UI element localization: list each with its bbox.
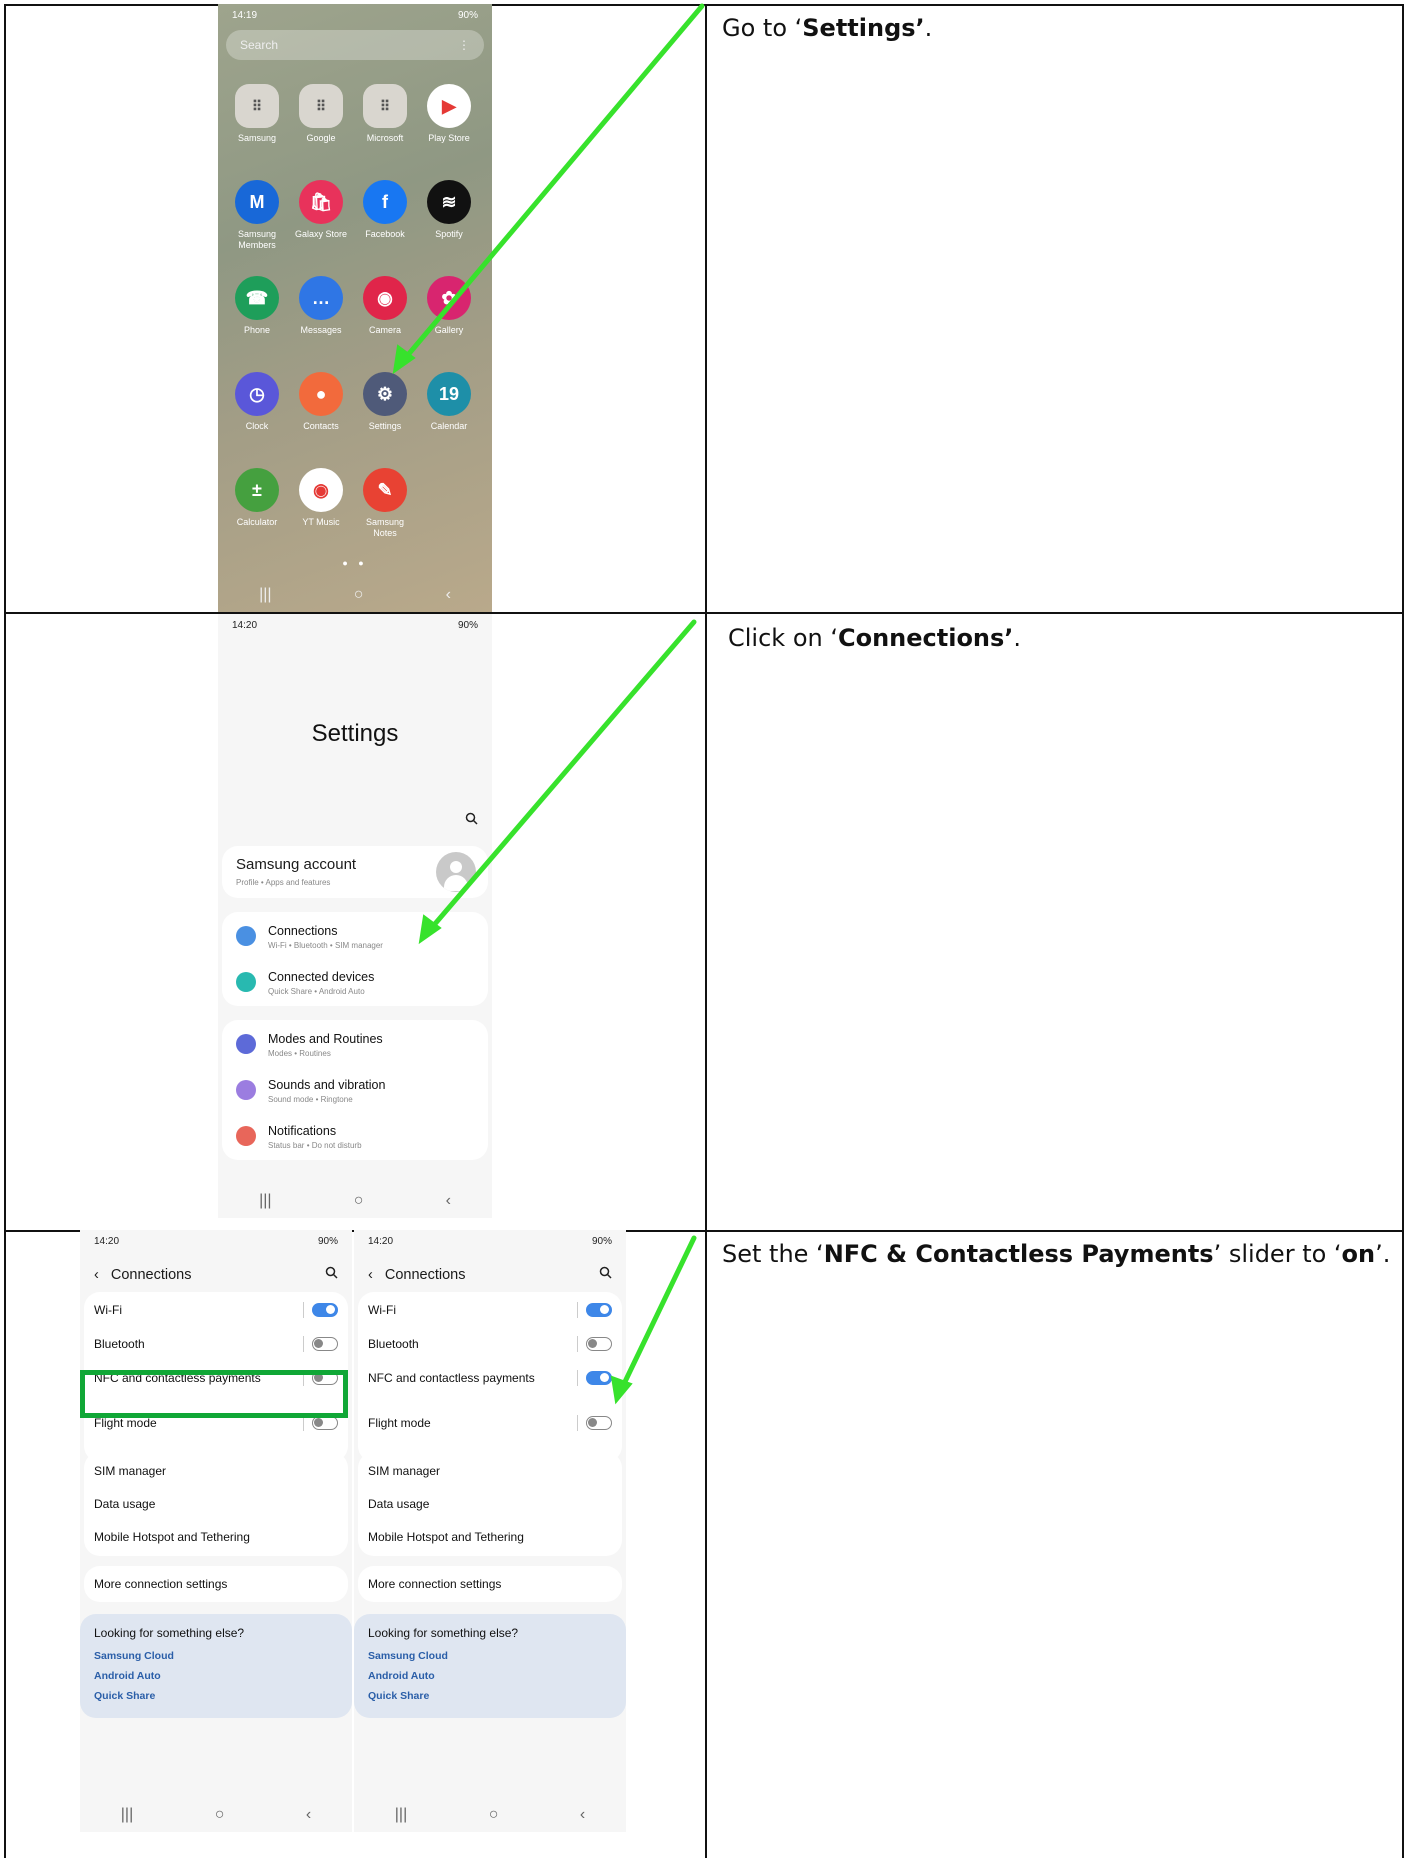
arrow-to-nfc-toggle	[610, 1235, 697, 1405]
